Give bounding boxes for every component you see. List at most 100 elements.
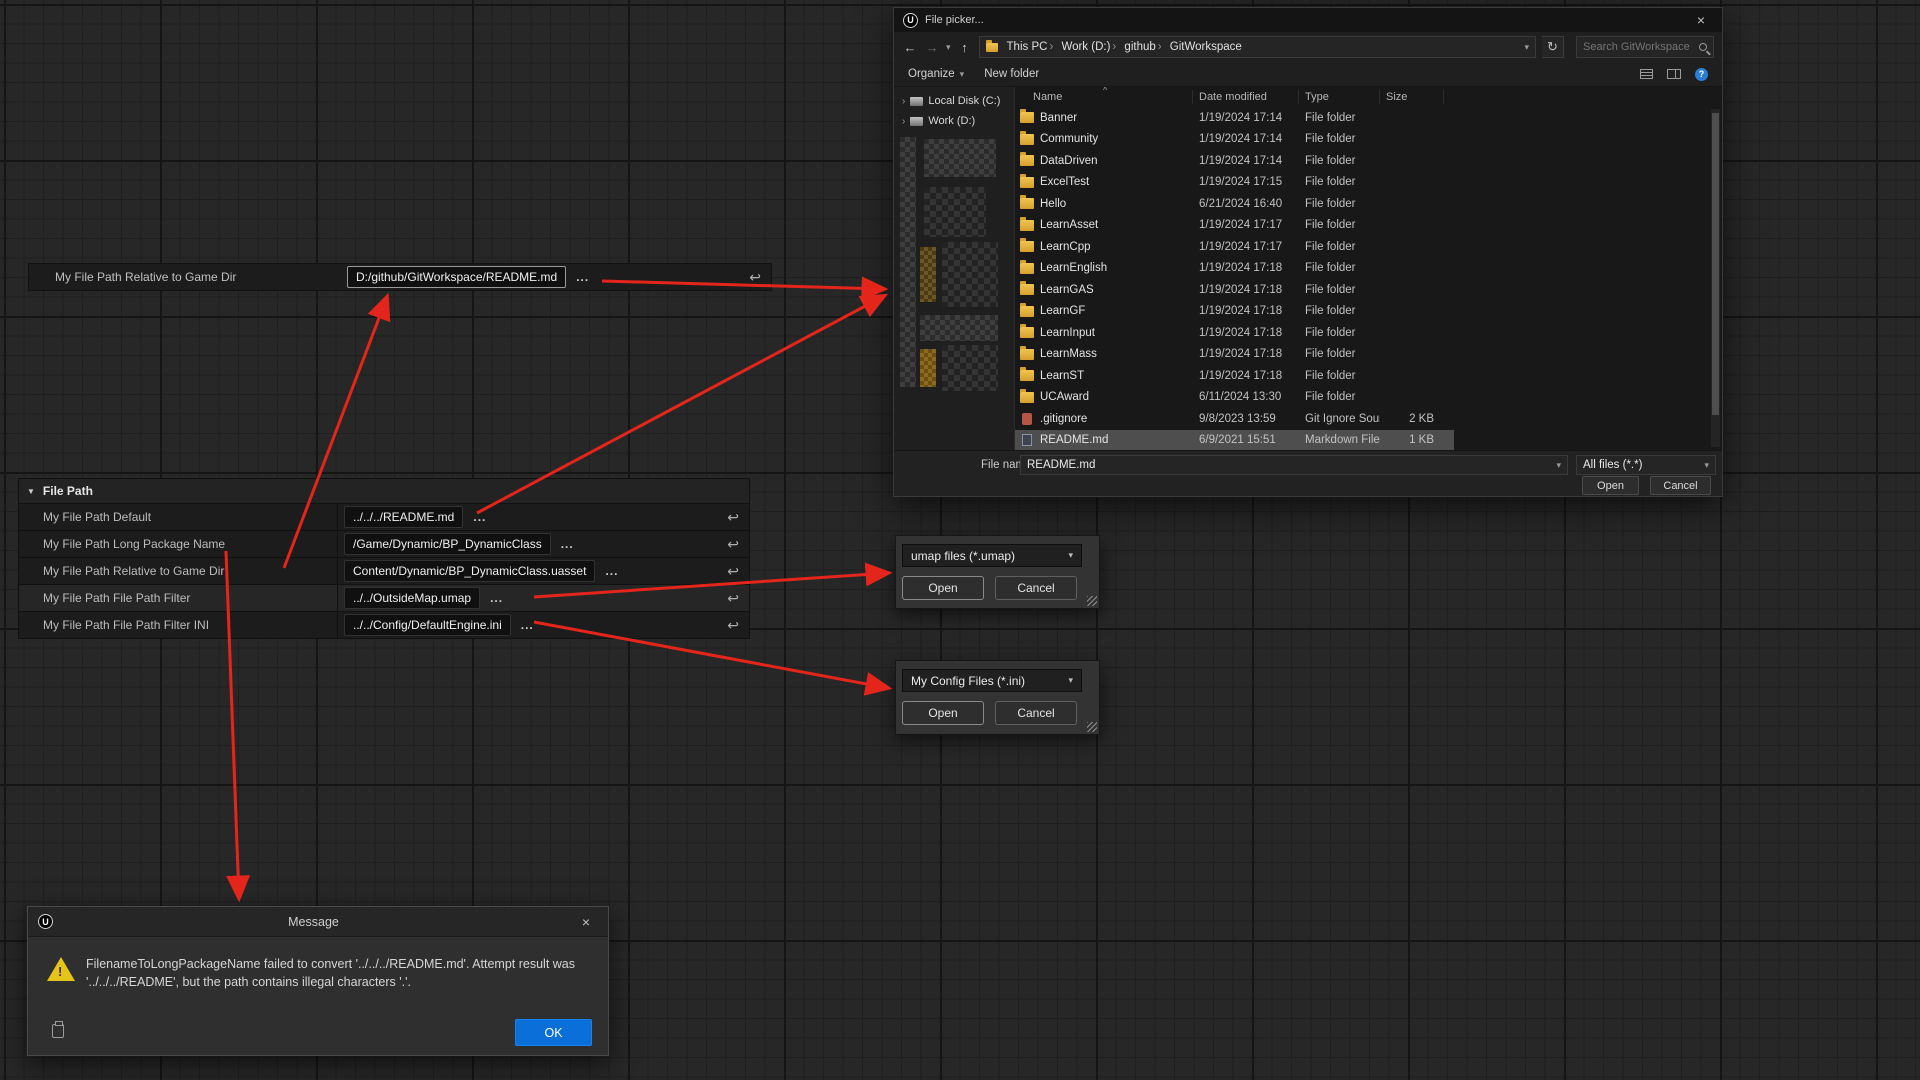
- file-name-input[interactable]: README.md ▾: [1020, 455, 1568, 475]
- ok-button[interactable]: OK: [515, 1019, 592, 1046]
- open-button[interactable]: Open: [1582, 476, 1639, 495]
- file-row[interactable]: LearnGAS 1/19/2024 17:18 File folder: [1015, 279, 1454, 301]
- resize-grip[interactable]: [1087, 722, 1097, 732]
- revert-icon[interactable]: ↩: [749, 269, 761, 286]
- explorer-toolbar: Organize ▾ New folder ?: [894, 62, 1722, 87]
- file-icon: [1022, 413, 1032, 425]
- history-chevron-icon[interactable]: ▾: [946, 42, 951, 53]
- scrollbar-thumb[interactable]: [1712, 113, 1719, 415]
- new-folder-button[interactable]: New folder: [984, 68, 1039, 80]
- refresh-icon[interactable]: ↻: [1542, 36, 1564, 58]
- search-box[interactable]: [1576, 36, 1714, 58]
- chevron-down-icon[interactable]: ▾: [1550, 460, 1561, 471]
- organize-button[interactable]: Organize ▾: [908, 68, 964, 80]
- copy-to-clipboard-icon[interactable]: [52, 1024, 64, 1038]
- file-picker-titlebar[interactable]: U File picker... ×: [894, 8, 1722, 32]
- breadcrumb-segment[interactable]: This PC: [1000, 41, 1055, 53]
- file-row[interactable]: LearnST 1/19/2024 17:18 File folder: [1015, 365, 1454, 387]
- forward-icon[interactable]: →: [924, 40, 940, 55]
- sidebar-drive-item[interactable]: › Work (D:): [894, 111, 1014, 131]
- file-row[interactable]: .gitignore 9/8/2023 13:59 Git Ignore Sou…: [1015, 408, 1454, 430]
- revert-icon[interactable]: ↩: [727, 536, 739, 553]
- file-type-dropdown[interactable]: umap files (*.umap) ▾: [902, 544, 1082, 567]
- property-value-cell: ../../OutsideMap.umap ... ↩: [337, 585, 749, 611]
- browse-button[interactable]: ...: [576, 270, 589, 284]
- disk-icon: [910, 97, 923, 106]
- preview-pane-icon[interactable]: [1667, 69, 1681, 79]
- column-header-date[interactable]: Date modified: [1193, 90, 1299, 104]
- file-path-section-header[interactable]: ▼ File Path: [18, 478, 750, 504]
- breadcrumb-segment[interactable]: Work (D:): [1054, 41, 1117, 53]
- file-row[interactable]: Community 1/19/2024 17:14 File folder: [1015, 129, 1454, 151]
- property-value-box[interactable]: ../../../README.md: [344, 506, 463, 528]
- file-icon: [1020, 198, 1034, 209]
- property-value-box[interactable]: ../../OutsideMap.umap: [344, 587, 480, 609]
- drive-list: › Local Disk (C:) › Work (D:): [894, 91, 1014, 131]
- help-icon[interactable]: ?: [1695, 68, 1708, 81]
- file-row[interactable]: LearnAsset 1/19/2024 17:17 File folder: [1015, 215, 1454, 237]
- file-row[interactable]: DataDriven 1/19/2024 17:14 File folder: [1015, 150, 1454, 172]
- cancel-button[interactable]: Cancel: [995, 701, 1077, 725]
- message-text: FilenameToLongPackageName failed to conv…: [86, 955, 586, 991]
- close-icon[interactable]: ×: [1689, 12, 1713, 28]
- sidebar-drive-item[interactable]: › Local Disk (C:): [894, 91, 1014, 111]
- file-row[interactable]: README.md 6/9/2021 15:51 Markdown File 1…: [1015, 430, 1454, 451]
- breadcrumb-segment[interactable]: GitWorkspace: [1163, 41, 1249, 53]
- address-bar[interactable]: This PCWork (D:)githubGitWorkspace ▾: [979, 36, 1536, 58]
- file-row[interactable]: LearnInput 1/19/2024 17:18 File folder: [1015, 322, 1454, 344]
- expander-icon[interactable]: ›: [902, 116, 905, 127]
- open-button[interactable]: Open: [902, 701, 984, 725]
- up-icon[interactable]: ↑: [957, 40, 973, 55]
- detail-row-relative-to-game-dir: My File Path Relative to Game Dir D:/git…: [28, 263, 772, 291]
- cancel-button[interactable]: Cancel: [995, 576, 1077, 600]
- resize-grip[interactable]: [1087, 596, 1097, 606]
- back-icon[interactable]: ←: [902, 40, 918, 55]
- cancel-button[interactable]: Cancel: [1650, 476, 1711, 495]
- file-type-dropdown[interactable]: All files (*.*) ▾: [1576, 455, 1716, 475]
- file-row[interactable]: LearnEnglish 1/19/2024 17:18 File folder: [1015, 258, 1454, 280]
- scrollbar-track[interactable]: [1711, 109, 1720, 447]
- revert-icon[interactable]: ↩: [727, 509, 739, 526]
- property-row: My File Path Relative to Game Dir Conten…: [18, 558, 750, 585]
- revert-icon[interactable]: ↩: [727, 617, 739, 634]
- file-icon: [1020, 112, 1034, 123]
- column-header-type[interactable]: Type: [1299, 90, 1380, 104]
- file-list: Banner 1/19/2024 17:14 File folder Commu…: [1015, 107, 1722, 450]
- chevron-down-icon[interactable]: ▾: [1524, 42, 1529, 53]
- file-icon: [1020, 134, 1034, 145]
- chevron-down-icon[interactable]: ▾: [1698, 460, 1709, 471]
- expander-icon[interactable]: ›: [902, 96, 905, 107]
- search-input[interactable]: [1583, 41, 1695, 53]
- revert-icon[interactable]: ↩: [727, 590, 739, 607]
- property-value-box[interactable]: /Game/Dynamic/BP_DynamicClass: [344, 533, 551, 555]
- open-button[interactable]: Open: [902, 576, 984, 600]
- browse-button[interactable]: ...: [605, 564, 618, 578]
- file-row[interactable]: Hello 6/21/2024 16:40 File folder: [1015, 193, 1454, 215]
- message-titlebar[interactable]: U Message ×: [28, 907, 608, 937]
- redacted-block: [920, 315, 998, 341]
- browse-button[interactable]: ...: [473, 510, 486, 524]
- property-value-box[interactable]: D:/github/GitWorkspace/README.md: [347, 266, 566, 288]
- file-row[interactable]: Banner 1/19/2024 17:14 File folder: [1015, 107, 1454, 129]
- browse-button[interactable]: ...: [561, 537, 574, 551]
- property-value-box[interactable]: Content/Dynamic/BP_DynamicClass.uasset: [344, 560, 595, 582]
- property-value-box[interactable]: ../../Config/DefaultEngine.ini: [344, 614, 511, 636]
- close-icon[interactable]: ×: [574, 914, 598, 930]
- file-type-dropdown[interactable]: My Config Files (*.ini) ▾: [902, 669, 1082, 692]
- file-row[interactable]: ExcelTest 1/19/2024 17:15 File folder: [1015, 172, 1454, 194]
- file-row[interactable]: LearnMass 1/19/2024 17:18 File folder: [1015, 344, 1454, 366]
- column-header-name[interactable]: Name ^: [1015, 90, 1193, 104]
- file-row[interactable]: UCAward 6/11/2024 13:30 File folder: [1015, 387, 1454, 409]
- view-options-icon[interactable]: [1640, 69, 1653, 79]
- file-row[interactable]: LearnCpp 1/19/2024 17:17 File folder: [1015, 236, 1454, 258]
- file-icon: [1020, 392, 1034, 403]
- browse-button[interactable]: ...: [521, 618, 534, 632]
- column-header-size[interactable]: Size: [1380, 90, 1444, 104]
- unreal-logo-icon: U: [38, 914, 53, 929]
- file-icon: [1020, 284, 1034, 295]
- revert-icon[interactable]: ↩: [727, 563, 739, 580]
- file-row[interactable]: LearnGF 1/19/2024 17:18 File folder: [1015, 301, 1454, 323]
- browse-button[interactable]: ...: [490, 591, 503, 605]
- message-dialog: U Message × ! FilenameToLongPackageName …: [27, 906, 609, 1056]
- breadcrumb-segment[interactable]: github: [1117, 41, 1162, 53]
